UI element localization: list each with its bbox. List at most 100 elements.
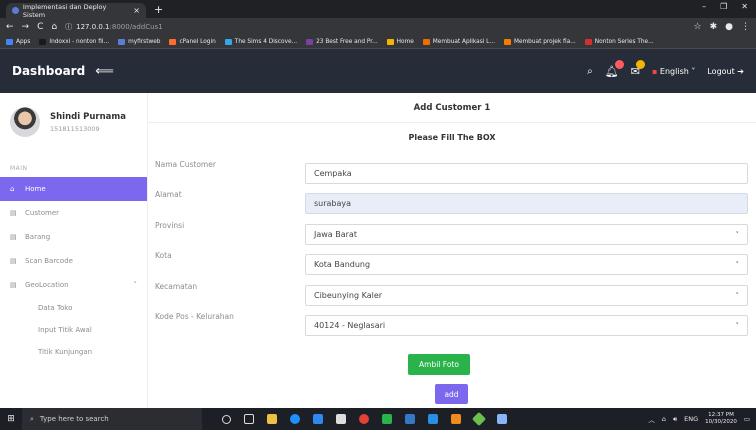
app-green-icon[interactable] (382, 414, 392, 424)
nama-customer-input[interactable]: Cempaka (305, 163, 748, 184)
bookmark-favicon-icon (39, 38, 47, 45)
forward-icon[interactable]: → (22, 22, 30, 32)
url-field[interactable]: ⓘ 127.0.0.1:8000/addCus1 (65, 22, 685, 32)
bookmark-label: Home (396, 38, 414, 45)
tray-up-icon[interactable]: ︿ (648, 414, 655, 424)
close-window-icon[interactable]: ✕ (741, 2, 748, 11)
maximize-icon[interactable]: ❐ (720, 2, 727, 11)
reload-icon[interactable]: C (37, 22, 43, 32)
close-tab-icon[interactable]: × (133, 6, 140, 15)
kecamatan-select[interactable]: Cibeunying Kaler ˅ (305, 285, 748, 306)
sidebar-item-barang[interactable]: ▤ Barang (0, 225, 147, 249)
app-diamond-icon[interactable] (471, 411, 487, 427)
notification-center-icon[interactable]: ▭ (744, 415, 750, 423)
network-icon[interactable]: ⌂ (662, 415, 666, 423)
browser-tab[interactable]: Implementasi dan Deploy Sistem × (6, 2, 146, 19)
sidebar-item-customer[interactable]: ▤ Customer (0, 201, 147, 225)
provinsi-select[interactable]: Jawa Barat ˅ (305, 224, 748, 245)
app-blue-icon[interactable] (405, 414, 415, 424)
form-subtitle: Please Fill The BOX (408, 133, 496, 142)
sidebar-item-scan-barcode[interactable]: ▤ Scan Barcode (0, 249, 147, 273)
chrome-icon[interactable] (359, 414, 369, 424)
kota-select[interactable]: Kota Bandung ˅ (305, 254, 748, 275)
bookmark-item[interactable]: 23 Best Free and Pr... (306, 38, 378, 45)
message-icon[interactable]: ✉︎ (631, 59, 645, 78)
form-row: Nama Customer Cempaka (148, 160, 756, 184)
minimize-icon[interactable]: – (702, 2, 706, 11)
home-icon[interactable]: ⌂ (51, 22, 57, 32)
profile-icon[interactable]: ● (725, 22, 733, 32)
clock[interactable]: 12:37 PM 10/30/2020 (705, 412, 737, 426)
bookmark-favicon-icon (584, 38, 592, 45)
back-icon[interactable]: ← (6, 22, 14, 32)
star-icon[interactable]: ☆ (694, 22, 702, 32)
bookmark-item[interactable]: Indoxxi - nonton fil... (39, 38, 109, 45)
sidebar-item-geolocation[interactable]: ▤ GeoLocation ˅ (0, 273, 147, 297)
add-button[interactable]: add (435, 384, 468, 404)
bookmark-favicon-icon (422, 38, 430, 45)
new-tab-button[interactable]: + (154, 3, 163, 18)
sidebar-subitem-data-toko[interactable]: Data Toko (0, 297, 147, 319)
bookmark-item[interactable]: myfirstweb (118, 38, 160, 45)
user-profile: Shindi Purnama 151811513009 (0, 93, 147, 137)
search-icon[interactable]: ⌕ (587, 66, 593, 77)
document-icon: ▤ (10, 209, 17, 217)
file-explorer-icon[interactable] (267, 414, 277, 424)
chevron-down-icon: ˅ (133, 281, 138, 289)
main-content: Add Customer 1 Please Fill The BOX Nama … (148, 93, 756, 408)
brand-title: Dashboard (12, 64, 86, 78)
sidebar-item-label: Scan Barcode (25, 257, 73, 265)
store-bag-icon[interactable] (336, 414, 346, 424)
more-icon[interactable]: ⋮ (741, 22, 750, 32)
taskbar-apps (222, 411, 507, 427)
task-view-icon[interactable] (244, 414, 254, 424)
windows-start-icon[interactable]: ⊞ (0, 414, 22, 424)
form-row: Kota Kota Bandung ˅ (148, 251, 756, 275)
vscode-icon[interactable] (428, 414, 438, 424)
document-icon: ▤ (10, 233, 17, 241)
ambil-foto-button[interactable]: Ambil Foto (408, 354, 470, 375)
store-icon[interactable] (313, 414, 323, 424)
home-icon: ⌂ (10, 185, 15, 193)
form-row: Kecamatan Cibeunying Kaler ˅ (148, 282, 756, 306)
lang-indicator[interactable]: ENG (684, 415, 698, 423)
sidebar-item-home[interactable]: ⌂ Home (0, 177, 147, 201)
bookmark-item[interactable]: cPanel Login (169, 38, 216, 45)
field-label: Kota (155, 251, 172, 260)
app-bird-icon[interactable] (497, 414, 507, 424)
form-row: Kode Pos - Kelurahan 40124 - Neglasari ˅ (148, 312, 756, 336)
bookmark-item[interactable]: Membuat projek fla... (503, 38, 576, 45)
notification-icon[interactable]: 🔔︎ (605, 59, 624, 78)
chevron-down-icon: ˅ (735, 260, 740, 269)
bookmark-item[interactable]: The Sims 4 Discove... (224, 38, 298, 45)
menu-toggle-icon[interactable]: ⟸ (95, 64, 114, 79)
section-label: MAIN (10, 165, 28, 172)
tab-title: Implementasi dan Deploy Sistem (22, 2, 107, 19)
bookmark-label: Membuat projek fla... (513, 38, 576, 45)
bookmark-item[interactable]: Apps (6, 38, 30, 45)
field-label: Alamat (155, 190, 182, 199)
volume-icon[interactable]: 🔊︎ (673, 415, 677, 424)
logout-button[interactable]: Logout ➔ (707, 67, 744, 76)
info-icon[interactable]: ⓘ (65, 22, 72, 32)
avatar (10, 107, 40, 137)
kodepos-select[interactable]: 40124 - Neglasari ˅ (305, 315, 748, 336)
sidebar-subitem-input-titik-awal[interactable]: Input Titik Awal (0, 319, 147, 341)
user-name: Shindi Purnama (50, 111, 126, 122)
app-orange-icon[interactable] (451, 414, 461, 424)
bookmark-item[interactable]: Membuat Aplikasi L... (422, 38, 495, 45)
tab-favicon-icon (12, 7, 19, 14)
bookmark-item[interactable]: Home (386, 38, 414, 45)
bookmark-favicon-icon (6, 38, 13, 45)
edge-icon[interactable] (290, 414, 300, 424)
field-value: surabaya (314, 199, 352, 208)
bookmark-favicon-icon (306, 38, 314, 45)
bookmark-label: The Sims 4 Discove... (234, 38, 298, 45)
extension-icon[interactable]: ✱ (710, 22, 718, 32)
language-selector[interactable]: ▪ English ˅ (652, 67, 695, 76)
cortana-icon[interactable] (222, 414, 231, 424)
sidebar-subitem-titik-kunjungan[interactable]: Titik Kunjungan (0, 341, 147, 363)
taskbar-search[interactable]: ⌕ Type here to search (22, 408, 202, 430)
alamat-input[interactable]: surabaya (305, 193, 748, 214)
bookmark-item[interactable]: Nonton Series The... (584, 38, 654, 45)
